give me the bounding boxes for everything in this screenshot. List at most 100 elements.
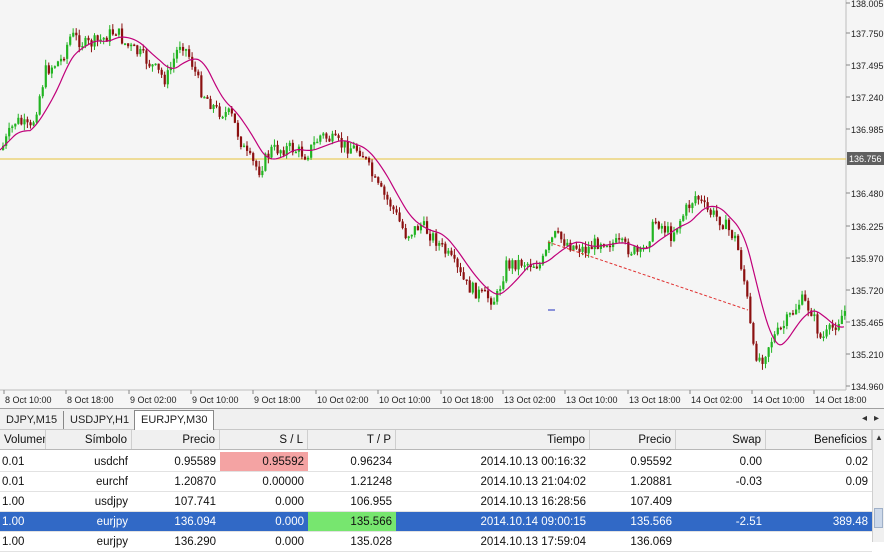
price-label: 135.720 — [851, 286, 884, 296]
candle-body — [316, 141, 319, 144]
candle-body — [788, 313, 792, 315]
candle-body — [185, 49, 188, 51]
candle-body — [587, 246, 590, 254]
candle-body — [697, 196, 700, 200]
cell-tp: 135.566 — [308, 512, 396, 531]
candle-body — [816, 314, 819, 334]
table-row[interactable]: 1.00 usdjpy 107.741 0.000 106.955 2014.10.13 … — [0, 492, 872, 512]
cell-simbolo: usdjpy — [94, 496, 128, 508]
candle-body — [133, 44, 136, 47]
candle-body — [453, 254, 456, 259]
candlestick-chart[interactable]: 138.005 137.750 137.495 137.240 136.985 136.4… — [0, 0, 884, 408]
candle-body — [32, 122, 35, 126]
scroll-thumb[interactable] — [874, 508, 883, 528]
col-beneficios[interactable]: Beneficios — [766, 430, 872, 449]
candle-body — [554, 231, 557, 238]
candle-body — [819, 333, 822, 338]
col-tiempo[interactable]: Tiempo — [396, 430, 590, 449]
candle-body — [779, 327, 782, 330]
cell-simbolo: eurjpy — [96, 516, 128, 528]
col-precio[interactable]: Precio — [132, 430, 220, 449]
candle-body — [215, 105, 218, 107]
candle-body — [734, 235, 737, 239]
candle-body — [425, 221, 429, 234]
table-row[interactable]: 0.01 eurchf 1.20870 0.00000 1.21248 2014.10.1… — [0, 472, 872, 492]
tab-usdjpy-h1[interactable]: USDJPY,H1 — [64, 411, 137, 429]
table-row[interactable]: 1.00 eurjpy 136.094 0.000 135.566 2014.10.14 … — [0, 512, 872, 532]
candle-body — [273, 144, 276, 147]
cell-tiempo: 2014.10.13 21:04:02 — [480, 476, 586, 488]
cell-simbolo: usdchf — [94, 456, 128, 468]
candle-body — [566, 242, 569, 246]
cell-volumen: 1.00 — [2, 516, 25, 528]
candle-body — [590, 246, 593, 250]
col-precio-actual[interactable]: Precio — [590, 430, 676, 449]
candle-body — [551, 237, 554, 242]
col-swap[interactable]: Swap — [676, 430, 766, 449]
candle-body — [749, 296, 752, 324]
time-label: 10 Oct 10:00 — [379, 395, 431, 405]
price-label: 136.985 — [851, 125, 884, 135]
time-label: 13 Oct 02:00 — [504, 395, 556, 405]
candle-body — [102, 37, 105, 40]
candle-body — [303, 156, 307, 160]
candle-body — [544, 250, 548, 256]
current-price-label: 136.756 — [849, 154, 882, 164]
candle-body — [755, 343, 758, 361]
col-volumen[interactable]: Volumen — [0, 430, 46, 449]
table-row[interactable]: 1.00 eurjpy 136.290 0.000 135.028 2014.10.13 … — [0, 532, 872, 552]
candle-body — [319, 135, 322, 142]
candle-body — [471, 282, 474, 293]
candle-body — [78, 35, 81, 48]
candle-body — [413, 226, 416, 235]
scroll-left-icon[interactable]: ◂ — [862, 413, 867, 424]
candle-body — [700, 199, 703, 202]
candle-body — [505, 260, 508, 282]
candle-body — [75, 32, 78, 36]
candle-body — [236, 122, 240, 137]
candle-body — [8, 127, 11, 137]
candle-body — [325, 133, 328, 139]
time-label: 14 Oct 02:00 — [691, 395, 743, 405]
table-scrollbar[interactable]: ▲ — [872, 430, 884, 542]
candle-body — [575, 245, 578, 249]
candle-body — [663, 225, 667, 233]
price-label: 136.480 — [851, 189, 884, 199]
candle-body — [468, 280, 471, 293]
candle-body — [224, 112, 227, 117]
candle-body — [767, 347, 770, 357]
table-row[interactable]: 0.01 usdchf 0.95589 0.95592 0.96234 2014.10.1… — [0, 452, 872, 472]
tab-djpy-m15[interactable]: DJPY,M15 — [0, 411, 65, 429]
candle-body — [807, 300, 810, 311]
candle-body — [166, 70, 169, 85]
cell-tiempo: 2014.10.13 16:28:56 — [480, 496, 586, 508]
candle-body — [462, 272, 465, 280]
candle-body — [798, 304, 801, 310]
price-chart[interactable]: 138.005 137.750 137.495 137.240 136.985 136.4… — [0, 0, 884, 408]
candle-body — [197, 71, 200, 76]
time-label: 9 Oct 10:00 — [192, 395, 239, 405]
col-sl[interactable]: S / L — [220, 430, 308, 449]
candle-body — [380, 182, 383, 187]
candle-body — [163, 74, 166, 85]
candle-body — [358, 150, 362, 156]
cell-sl: 0.000 — [275, 516, 304, 528]
tab-eurjpy-m30[interactable]: EURJPY,M30 — [134, 410, 215, 431]
col-tp[interactable]: T / P — [308, 430, 396, 449]
candle-body — [246, 145, 249, 151]
candle-body — [288, 142, 291, 147]
candle-body — [340, 137, 343, 148]
candle-body — [688, 204, 691, 209]
candle-body — [410, 234, 413, 237]
candle-body — [834, 327, 837, 330]
candle-body — [239, 136, 243, 148]
candle-body — [801, 294, 804, 305]
col-simbolo[interactable]: Símbolo — [46, 430, 132, 449]
candle-body — [523, 265, 526, 267]
candle-body — [148, 63, 151, 67]
scroll-up-icon[interactable]: ▲ — [874, 432, 884, 444]
candle-body — [59, 58, 63, 62]
scroll-right-icon[interactable]: ▸ — [874, 413, 879, 424]
candle-body — [294, 151, 297, 154]
candle-body — [11, 126, 14, 128]
